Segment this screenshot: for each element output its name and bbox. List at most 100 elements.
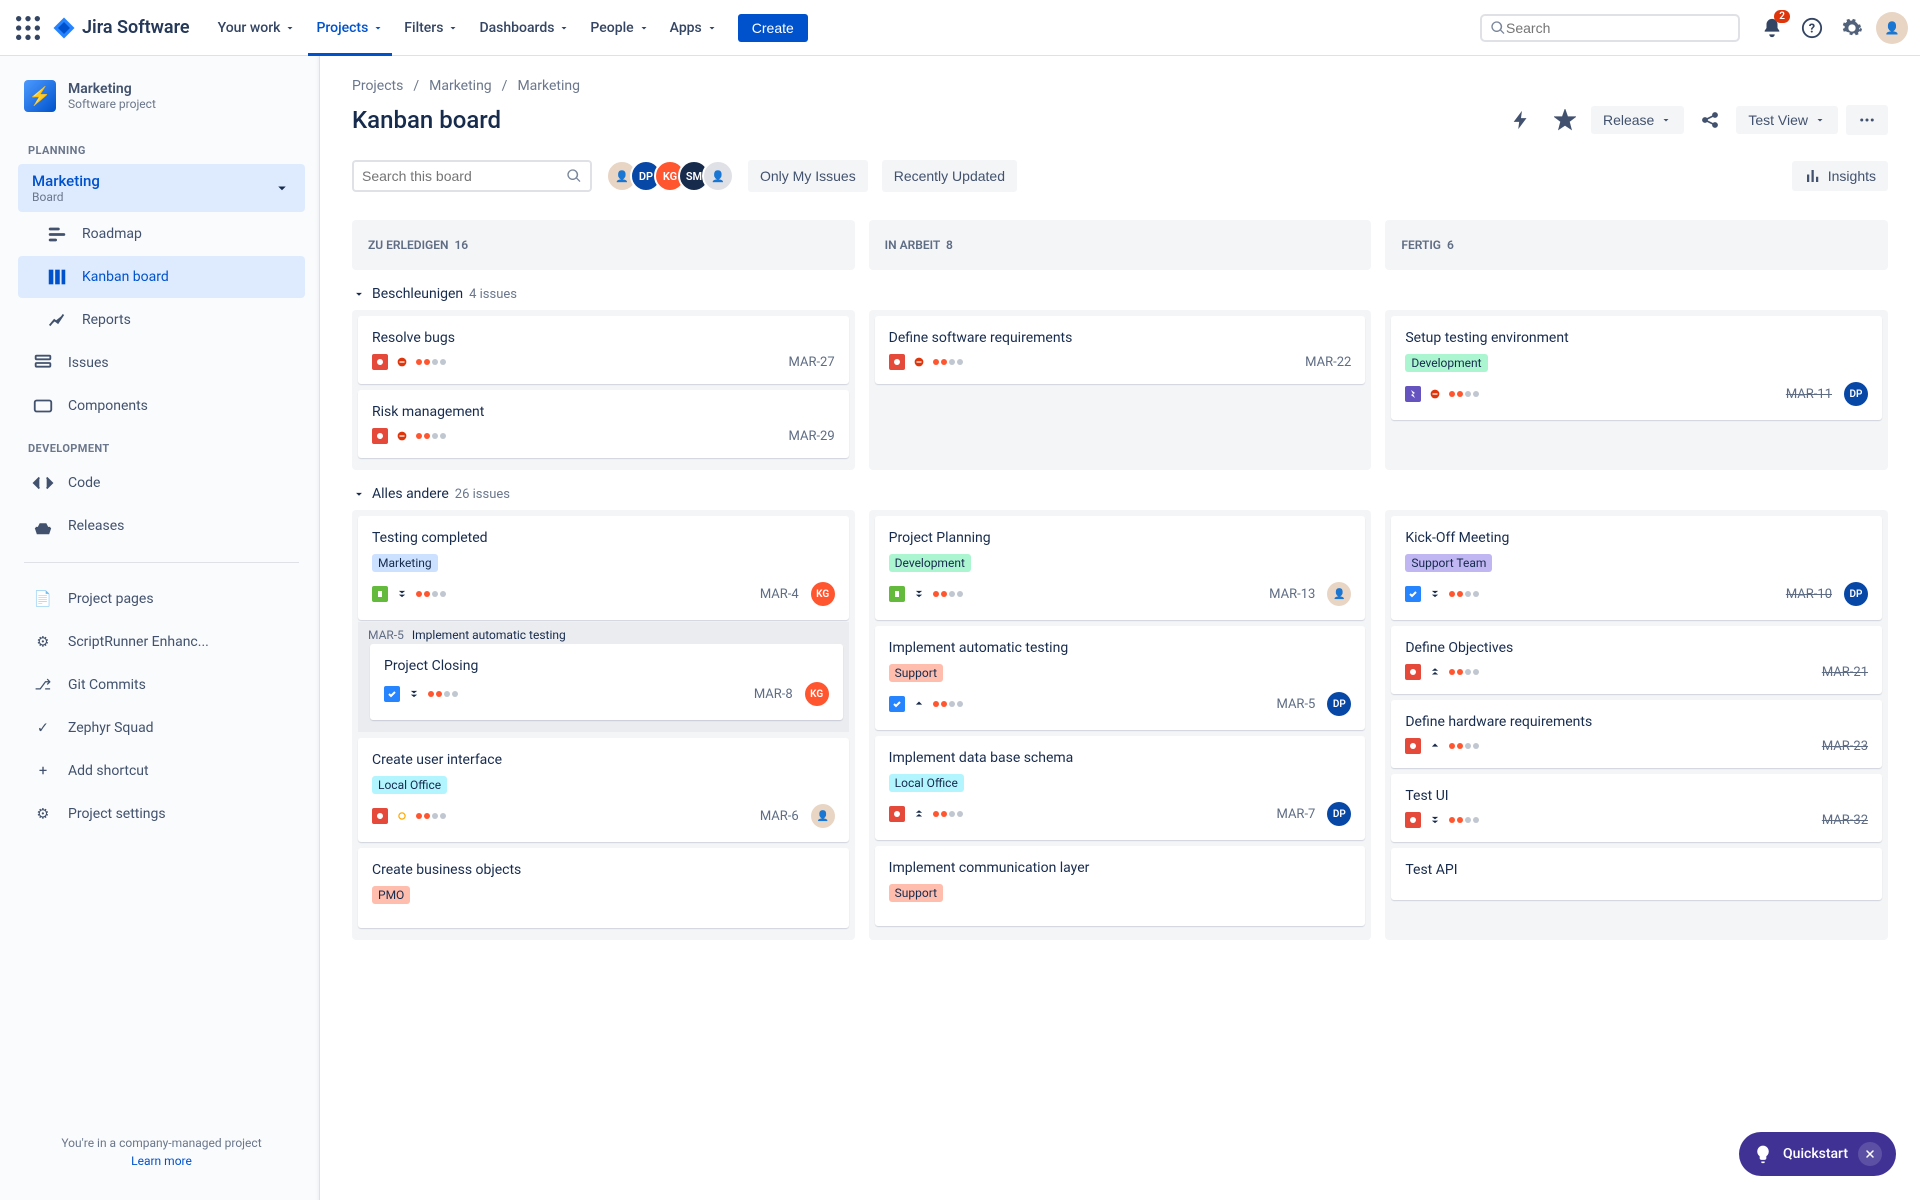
user-avatar[interactable]: 👤 — [1876, 12, 1908, 44]
issuetype-task-icon — [889, 696, 905, 712]
assignee-avatar[interactable]: 👤 — [811, 804, 835, 828]
swimlane-toggle[interactable]: Alles andere 26 issues — [352, 486, 1888, 502]
quickstart-button[interactable]: Quickstart — [1739, 1132, 1896, 1176]
sidebar-item-issues[interactable]: Issues — [18, 342, 305, 384]
issuetype-bug-icon — [1405, 812, 1421, 828]
sidebar-item-roadmap[interactable]: Roadmap — [18, 213, 305, 255]
nav-item-your-work[interactable]: Your work — [210, 0, 305, 56]
board-column[interactable]: Kick-Off Meeting Support Team MAR-10 DP … — [1385, 510, 1888, 940]
more-actions-icon[interactable] — [1846, 105, 1888, 135]
settings-icon[interactable] — [1836, 12, 1868, 44]
link-icon: ⚙ — [32, 803, 54, 825]
breadcrumb-link[interactable]: Marketing — [517, 78, 580, 94]
parent-issue-row[interactable]: MAR-5Implement automatic testing — [358, 622, 849, 644]
board-column[interactable]: Project Planning Development MAR-13 👤 Im… — [869, 510, 1372, 940]
sidebar-item-add-shortcut[interactable]: +Add shortcut — [18, 750, 305, 792]
sidebar-item-releases[interactable]: Releases — [18, 505, 305, 547]
swimlane-toggle[interactable]: Beschleunigen 4 issues — [352, 286, 1888, 302]
issue-title: Implement automatic testing — [889, 640, 1352, 656]
top-nav: Jira Software Your workProjectsFiltersDa… — [0, 0, 1920, 56]
breadcrumb-link[interactable]: Projects — [352, 78, 403, 94]
star-icon[interactable] — [1547, 102, 1583, 138]
assignee-avatar[interactable]: DP — [1844, 582, 1868, 606]
issue-title: Project Closing — [384, 658, 829, 674]
issue-key: MAR-5 — [1276, 697, 1315, 712]
issue-card[interactable]: Create user interface Local Office MAR-6… — [358, 738, 849, 842]
automation-icon[interactable] — [1503, 102, 1539, 138]
board-column[interactable]: Testing completed Marketing MAR-4 KG MAR… — [352, 510, 855, 940]
only-my-issues-button[interactable]: Only My Issues — [748, 160, 868, 192]
view-button[interactable]: Test View — [1736, 106, 1838, 134]
board-search-input[interactable] — [362, 168, 566, 184]
issue-card[interactable]: Define software requirements MAR-22 — [875, 316, 1366, 384]
assignee-avatar[interactable]: KG — [811, 582, 835, 606]
release-button[interactable]: Release — [1591, 106, 1684, 134]
share-icon[interactable] — [1692, 102, 1728, 138]
issue-card[interactable]: Implement communication layerSupport — [875, 846, 1366, 926]
issue-card[interactable]: Create business objectsPMO — [358, 848, 849, 928]
app-switcher-icon[interactable] — [12, 12, 44, 44]
issue-card[interactable]: Risk management MAR-29 — [358, 390, 849, 458]
nav-item-dashboards[interactable]: Dashboards — [471, 0, 578, 56]
nav-item-projects[interactable]: Projects — [308, 0, 392, 56]
breadcrumb-link[interactable]: Marketing — [429, 78, 492, 94]
issue-key: MAR-7 — [1276, 807, 1315, 822]
issue-card[interactable]: Resolve bugs MAR-27 — [358, 316, 849, 384]
issue-key: MAR-23 — [1822, 739, 1868, 754]
board-search[interactable] — [352, 160, 592, 192]
sidebar-item-zephyr-squad[interactable]: ✓Zephyr Squad — [18, 707, 305, 749]
issue-card[interactable]: Test API — [1391, 848, 1882, 900]
project-type: Software project — [68, 97, 156, 111]
issue-card[interactable]: Project Planning Development MAR-13 👤 — [875, 516, 1366, 620]
global-search[interactable] — [1480, 14, 1740, 42]
priority-lowest-icon — [911, 586, 927, 602]
issue-card[interactable]: Kick-Off Meeting Support Team MAR-10 DP — [1391, 516, 1882, 620]
issue-card[interactable]: Define Objectives MAR-21 — [1391, 626, 1882, 694]
issuetype-bug-icon — [372, 808, 388, 824]
sidebar-item-code[interactable]: Code — [18, 462, 305, 504]
issue-card[interactable]: Implement data base schema Local Office … — [875, 736, 1366, 840]
insights-button[interactable]: Insights — [1792, 161, 1888, 191]
sidebar-item-scriptrunner-enhanc-[interactable]: ⚙ScriptRunner Enhanc... — [18, 621, 305, 663]
product-logo[interactable]: Jira Software — [52, 16, 190, 40]
issue-card[interactable]: Test UI MAR-32 — [1391, 774, 1882, 842]
assignee-avatar[interactable]: DP — [1327, 692, 1351, 716]
issue-card[interactable]: Implement automatic testing Support MAR-… — [875, 626, 1366, 730]
sidebar-item-project-settings[interactable]: ⚙Project settings — [18, 793, 305, 835]
avatar-filter[interactable]: 👤 — [702, 160, 734, 192]
assignee-avatar[interactable]: 👤 — [1327, 582, 1351, 606]
close-icon[interactable] — [1858, 1142, 1882, 1166]
assignee-avatar[interactable]: DP — [1327, 802, 1351, 826]
issue-title: Test UI — [1405, 788, 1868, 804]
assignee-avatar[interactable]: DP — [1844, 382, 1868, 406]
issue-card[interactable]: Setup testing environment Development MA… — [1391, 316, 1882, 420]
sidebar-item-git-commits[interactable]: ⎇Git Commits — [18, 664, 305, 706]
sidebar-item-kanban-board[interactable]: Kanban board — [18, 256, 305, 298]
column-header: FERTIG 6 — [1385, 220, 1888, 270]
board-column[interactable]: Define software requirements MAR-22 — [869, 310, 1372, 470]
assignee-filter-avatars[interactable]: 👤DPKGSM👤 — [606, 160, 734, 192]
board-selector[interactable]: Marketing Board — [18, 164, 305, 212]
link-icon: ✓ — [32, 717, 54, 739]
assignee-avatar[interactable]: KG — [805, 682, 829, 706]
issue-card[interactable]: Project Closing MAR-8 KG — [370, 644, 843, 720]
recently-updated-button[interactable]: Recently Updated — [882, 160, 1017, 192]
sidebar-item-components[interactable]: Components — [18, 385, 305, 427]
help-icon[interactable]: ? — [1796, 12, 1828, 44]
nav-item-people[interactable]: People — [582, 0, 657, 56]
nav-item-apps[interactable]: Apps — [662, 0, 726, 56]
sidebar-item-project-pages[interactable]: 📄Project pages — [18, 578, 305, 620]
project-header[interactable]: ⚡ Marketing Software project — [16, 80, 307, 112]
board-column[interactable]: Setup testing environment Development MA… — [1385, 310, 1888, 470]
issue-card[interactable]: Testing completed Marketing MAR-4 KG — [358, 516, 849, 620]
notifications-icon[interactable]: 2 — [1756, 12, 1788, 44]
status-dots — [1449, 391, 1479, 397]
issue-key: MAR-27 — [789, 355, 835, 370]
issue-card[interactable]: Define hardware requirements MAR-23 — [1391, 700, 1882, 768]
global-search-input[interactable] — [1506, 20, 1730, 36]
sidebar-learn-more-link[interactable]: Learn more — [24, 1154, 299, 1168]
nav-item-filters[interactable]: Filters — [396, 0, 467, 56]
board-column[interactable]: Resolve bugs MAR-27 Risk management MAR-… — [352, 310, 855, 470]
create-button[interactable]: Create — [738, 14, 808, 42]
sidebar-item-reports[interactable]: Reports — [18, 299, 305, 341]
